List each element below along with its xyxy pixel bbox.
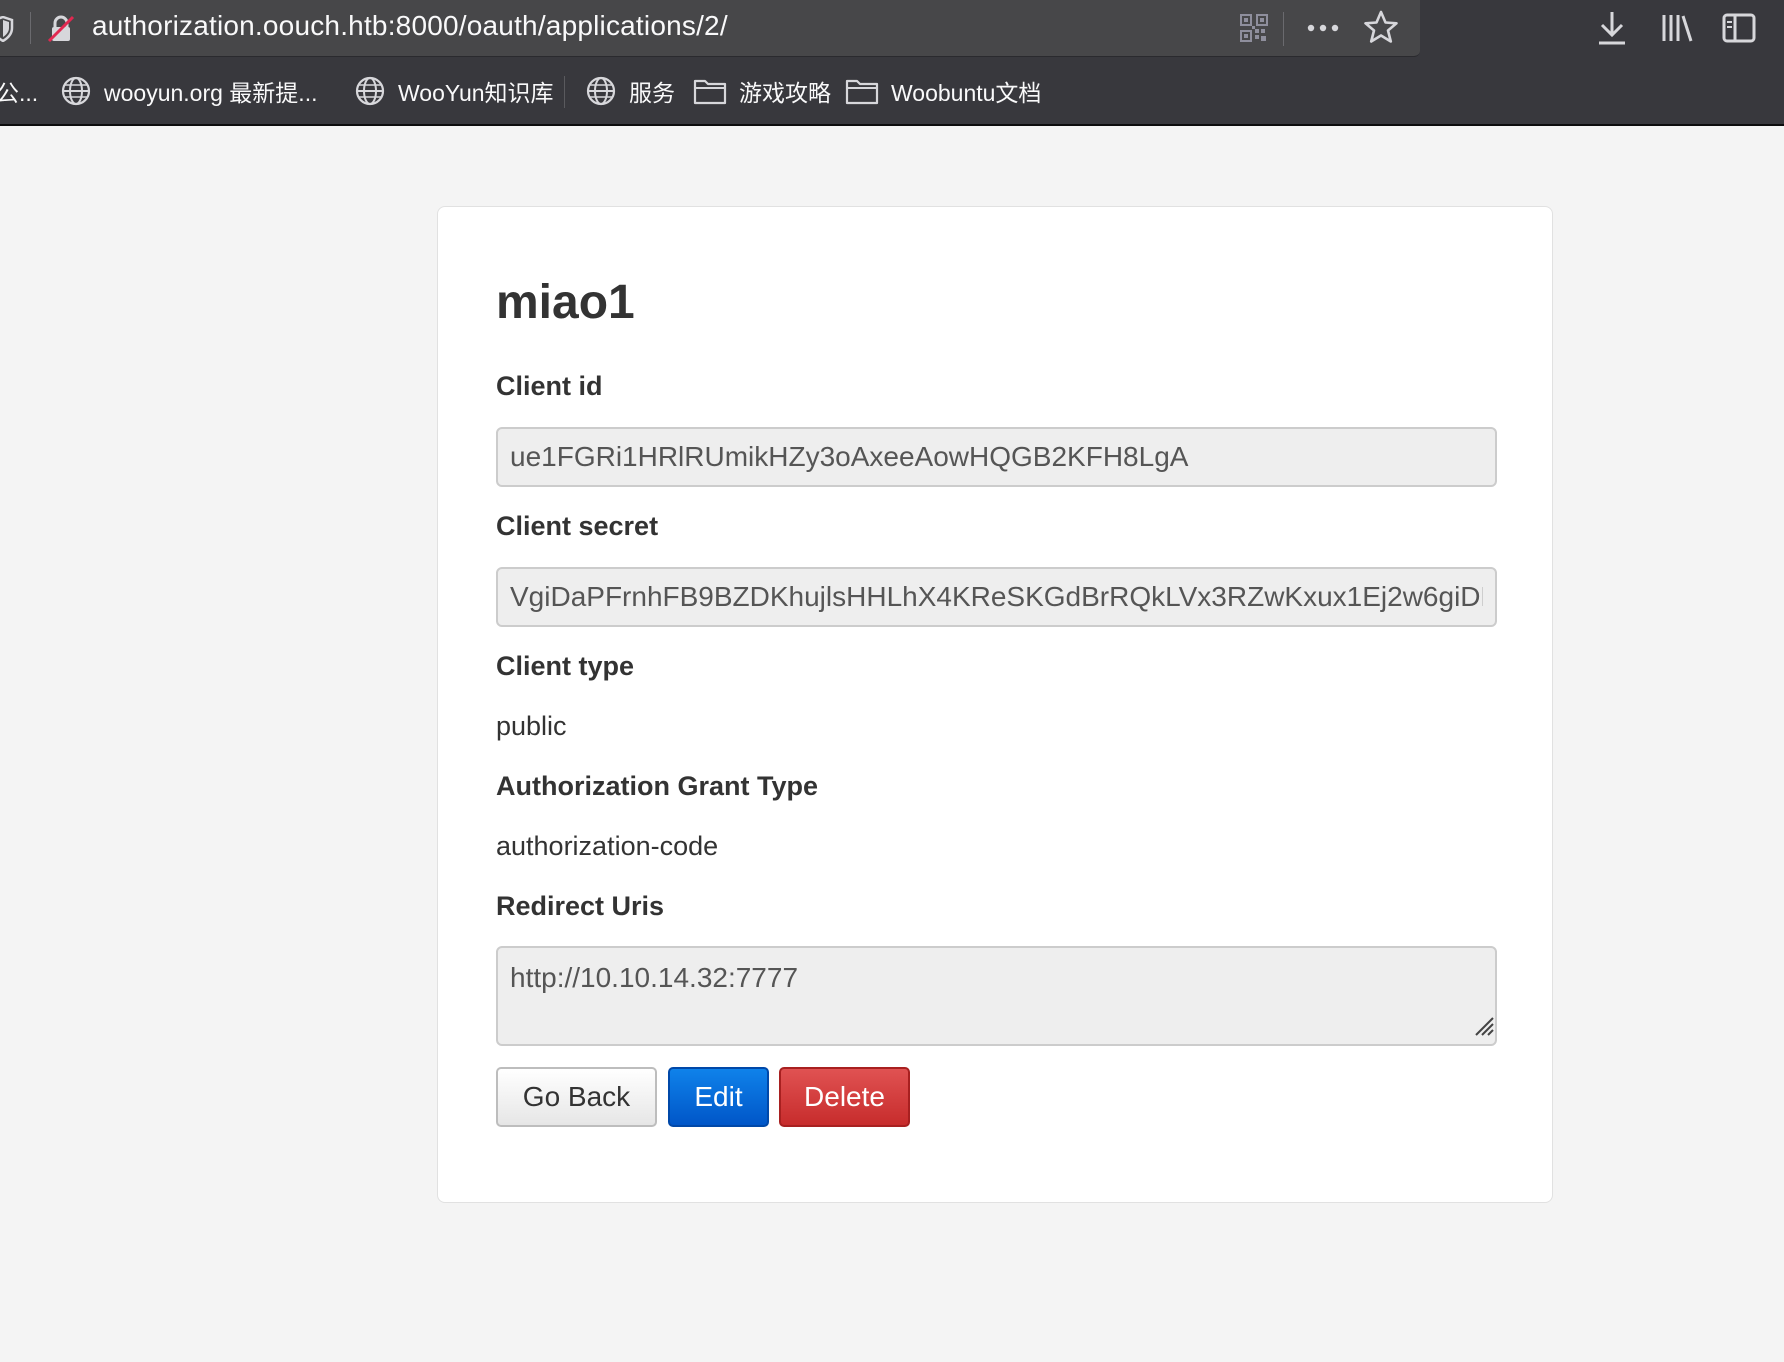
url-text[interactable]: authorization.oouch.htb:8000/oauth/appli… <box>92 10 728 42</box>
bookmark-folder[interactable]: 游戏攻略 <box>693 58 831 124</box>
bookmark-star-icon[interactable] <box>1364 10 1398 44</box>
client-secret-label: Client secret <box>496 511 659 541</box>
folder-icon <box>693 79 727 105</box>
bookmark-label: 游戏攻略 <box>739 80 831 106</box>
bookmark-item[interactable]: 服务 <box>585 58 675 124</box>
bookmark-item[interactable]: wooyun.org 最新提... <box>60 58 317 124</box>
client-id-field[interactable] <box>496 427 1497 487</box>
url-separator <box>30 12 31 44</box>
application-card: miao1 Client id Client secret Client typ… <box>437 206 1553 1203</box>
bookmark-label: WooYun知识库 <box>398 80 554 106</box>
client-type-value: public <box>496 711 567 741</box>
resize-grip-icon[interactable] <box>1472 1014 1494 1036</box>
application-name: miao1 <box>496 276 635 329</box>
go-back-button[interactable]: Go Back <box>496 1067 657 1127</box>
shield-icon[interactable] <box>0 16 16 42</box>
insecure-lock-icon[interactable] <box>46 14 76 44</box>
delete-button[interactable]: Delete <box>779 1067 910 1127</box>
qr-code-icon[interactable] <box>1240 14 1268 42</box>
bookmark-label: 服务 <box>629 80 675 106</box>
redirect-uris-label: Redirect Uris <box>496 891 665 921</box>
grant-type-value: authorization-code <box>496 831 719 861</box>
bookmark-item[interactable]: WooYun知识库 <box>354 58 554 124</box>
bookmark-label: 公... <box>0 80 39 106</box>
browser-toolbar: authorization.oouch.htb:8000/oauth/appli… <box>0 0 1784 58</box>
client-secret-field[interactable] <box>496 567 1497 627</box>
globe-icon <box>586 76 616 106</box>
sidebar-toggle-icon[interactable] <box>1722 12 1756 44</box>
edit-button[interactable]: Edit <box>668 1067 769 1127</box>
client-type-label: Client type <box>496 651 635 681</box>
downloads-icon[interactable] <box>1596 10 1628 46</box>
more-actions-icon[interactable] <box>1305 16 1341 40</box>
library-icon[interactable] <box>1660 12 1694 44</box>
bookmark-folder[interactable]: Woobuntu文档 <box>845 58 1041 124</box>
grant-type-label: Authorization Grant Type <box>496 771 818 801</box>
url-separator-right <box>1283 12 1284 46</box>
bookmark-label: Woobuntu文档 <box>891 80 1042 106</box>
address-bar[interactable]: authorization.oouch.htb:8000/oauth/appli… <box>0 0 1420 57</box>
redirect-uris-field[interactable]: http://10.10.14.32:7777 <box>496 946 1497 1046</box>
bookmark-label: wooyun.org 最新提... <box>104 80 318 106</box>
bookmark-item[interactable]: 公... <box>0 58 38 124</box>
bookmark-separator <box>564 76 565 108</box>
bookmarks-toolbar: 公... wooyun.org 最新提... WooYun知识库 服务 游戏攻略… <box>0 58 1784 126</box>
globe-icon <box>61 76 91 106</box>
client-id-label: Client id <box>496 371 603 401</box>
globe-icon <box>355 76 385 106</box>
folder-icon <box>845 79 879 105</box>
